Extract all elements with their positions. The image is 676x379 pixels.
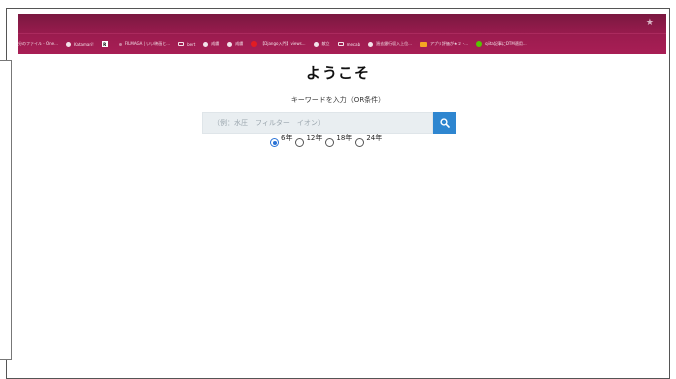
bookmark-app-rating[interactable]: アプリ評価が★２ -... <box>419 41 469 47</box>
radio-button[interactable] <box>270 138 279 147</box>
bookmark-mecab[interactable]: mecab <box>337 41 361 47</box>
bookmarks-bar: ★ 分のファイル - One... Katamari! R FILMAGA | … <box>18 14 666 54</box>
star-icon[interactable]: ★ <box>646 19 654 28</box>
page-title: ようこそ <box>305 64 370 82</box>
bookmark-bank[interactable]: 過去銀行収入上位... <box>368 41 412 47</box>
bookmark-bert[interactable]: bert <box>178 42 195 47</box>
radio-label: 12年 <box>306 134 323 142</box>
bookmark-label: 【Django入門】views... <box>260 41 306 46</box>
radio-option-6[interactable]: 6年 <box>270 134 292 147</box>
radio-button[interactable] <box>295 138 305 147</box>
radio-button[interactable] <box>325 138 335 147</box>
globe-icon <box>368 41 374 47</box>
year-radio-group: 6年 12年 18年 24年 <box>270 134 385 148</box>
radio-option-12[interactable]: 12年 <box>295 134 322 147</box>
bookmark-label: bert <box>187 41 196 47</box>
globe-icon <box>65 41 71 47</box>
bookmark-qiita[interactable]: qiita記事にDTM適用... <box>476 41 527 47</box>
bookmark-label: アプリ評価が★２ -... <box>429 41 469 46</box>
globe-icon <box>313 41 319 47</box>
bookmark-label: 分のファイル - One... <box>18 41 58 46</box>
toolbar-divider <box>18 33 666 34</box>
bookmark-label: qiita記事にDTM適用... <box>485 41 527 46</box>
dot-icon <box>118 42 122 46</box>
search-input[interactable] <box>202 112 433 134</box>
folder-icon <box>178 42 185 46</box>
bookmark-katamari[interactable]: Katamari! <box>65 41 94 47</box>
left-side-panel <box>0 60 12 360</box>
bookmark-r[interactable]: R <box>101 41 111 47</box>
globe-icon <box>203 41 209 47</box>
search-button[interactable] <box>433 112 456 134</box>
radio-option-18[interactable]: 18年 <box>325 134 352 147</box>
bookmark-seiseki-2[interactable]: 成績 <box>227 41 243 47</box>
bookmark-list: 分のファイル - One... Katamari! R FILMAGA | いい… <box>18 38 535 50</box>
bookmark-label: 成績 <box>211 41 220 46</box>
r-logo-icon: R <box>101 41 108 47</box>
bookmark-django[interactable]: 【Django入門】views... <box>251 41 306 47</box>
radio-button[interactable] <box>355 138 365 147</box>
bookmark-seiseki-1[interactable]: 成績 <box>203 41 219 47</box>
search-icon <box>439 118 450 128</box>
orange-app-icon <box>419 41 427 47</box>
bookmark-label: 成績 <box>235 41 244 46</box>
bookmark-label: FILMAGA | いい映画と... <box>124 41 171 46</box>
radio-label: 18年 <box>336 134 353 142</box>
green-dot-icon <box>476 41 483 47</box>
bookmark-kondate[interactable]: 献立 <box>313 41 330 47</box>
radio-label: 6年 <box>281 134 293 142</box>
bookmark-label: 献立 <box>321 41 330 46</box>
radio-label: 24年 <box>366 134 383 142</box>
bookmark-label: mecab <box>346 41 361 47</box>
search-form <box>202 112 456 134</box>
folder-icon <box>337 42 344 46</box>
globe-icon <box>227 41 233 47</box>
radio-option-24[interactable]: 24年 <box>355 134 382 147</box>
bookmark-label: 過去銀行収入上位... <box>376 41 412 46</box>
search-label: キーワードを入力（OR条件） <box>290 96 386 104</box>
bookmark-label: Katamari! <box>73 41 94 47</box>
bookmark-onedrive[interactable]: 分のファイル - One... <box>18 41 58 47</box>
red-dot-icon <box>251 41 258 47</box>
bookmark-filmaga[interactable]: FILMAGA | いい映画と... <box>118 41 171 47</box>
